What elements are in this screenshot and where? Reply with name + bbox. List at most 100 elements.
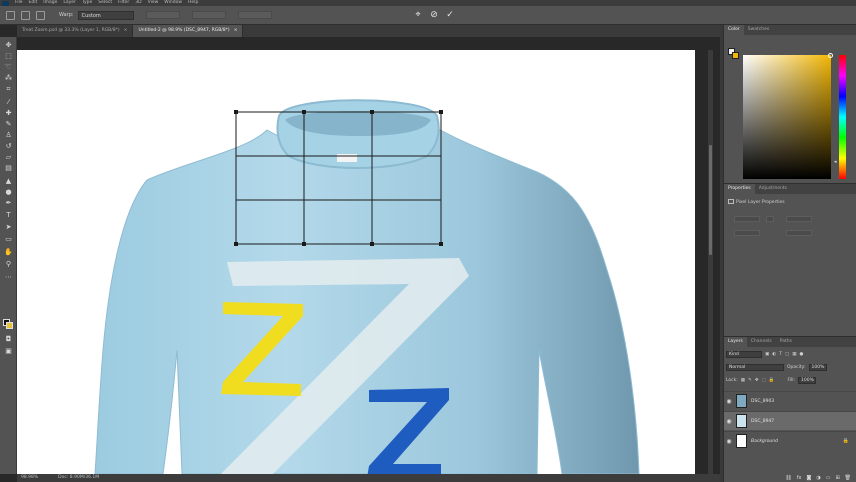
- fill-field[interactable]: 100%: [798, 376, 817, 384]
- lock-label: Lock:: [726, 377, 738, 383]
- tab-paths[interactable]: Paths: [776, 337, 796, 347]
- visibility-eye-icon[interactable]: ◉: [724, 438, 734, 445]
- reference-point-icon[interactable]: [36, 10, 45, 20]
- crop-tool-icon[interactable]: ⌗: [4, 85, 13, 93]
- hue-slider-marker-icon[interactable]: ◂: [834, 159, 837, 165]
- x-field[interactable]: [734, 230, 760, 236]
- canvas-area: [17, 37, 720, 474]
- zoom-tool-icon[interactable]: ⚲: [4, 260, 13, 268]
- photoshop-logo-icon[interactable]: [2, 0, 9, 6]
- fill-label: Fill:: [787, 377, 796, 383]
- visibility-eye-icon[interactable]: ◉: [724, 418, 734, 425]
- filter-smart-icon[interactable]: ▦: [792, 352, 796, 357]
- color-picker-field[interactable]: [743, 55, 831, 179]
- tool-preset-icon[interactable]: [21, 10, 30, 20]
- v-distortion-field[interactable]: [237, 11, 272, 19]
- height-field[interactable]: [786, 216, 812, 222]
- zoom-readout[interactable]: 98.98%: [21, 474, 38, 482]
- lock-transparency-icon[interactable]: ▦: [741, 378, 745, 383]
- brush-tool-icon[interactable]: ✎: [4, 120, 13, 128]
- warp-dropdown[interactable]: Custom: [77, 10, 134, 20]
- clone-stamp-tool-icon[interactable]: ♙: [4, 131, 13, 139]
- background-color-swatch[interactable]: [6, 322, 13, 329]
- gradient-tool-icon[interactable]: ▤: [4, 164, 13, 172]
- quick-mask-icon[interactable]: ◘: [4, 335, 13, 343]
- layer-row[interactable]: ◉ DSC_8947: [724, 411, 856, 430]
- filter-adjust-icon[interactable]: ◐: [772, 352, 776, 357]
- eraser-tool-icon[interactable]: ▱: [4, 153, 13, 161]
- close-icon[interactable]: ×: [234, 28, 238, 33]
- lock-icon[interactable]: 🔒: [843, 438, 849, 444]
- delete-layer-icon[interactable]: 🗑: [845, 473, 851, 482]
- tab-properties[interactable]: Properties: [724, 184, 755, 194]
- tab-swatches[interactable]: Swatches: [744, 25, 774, 35]
- lock-artboard-icon[interactable]: ⬚: [762, 378, 766, 383]
- blend-mode-dropdown[interactable]: Normal: [726, 363, 784, 371]
- link-dimensions-icon[interactable]: [766, 216, 774, 222]
- lock-all-icon[interactable]: 🔒: [769, 378, 775, 383]
- filter-type-icon[interactable]: T: [779, 352, 782, 357]
- tab-channels[interactable]: Channels: [747, 337, 776, 347]
- add-mask-icon[interactable]: ◙: [806, 473, 811, 482]
- new-layer-icon[interactable]: ⊞: [835, 473, 839, 482]
- filter-shape-icon[interactable]: ▢: [785, 352, 789, 357]
- cancel-transform-icon[interactable]: ⊘: [429, 10, 439, 20]
- new-group-icon[interactable]: ▭: [826, 473, 831, 482]
- layer-row[interactable]: ◉ DSC_8903: [724, 391, 856, 410]
- tab-untitled-2[interactable]: Untitled-2 @ 98.9% (DSC_8947, RGB/8*) ×: [133, 25, 244, 37]
- tab-color[interactable]: Color: [724, 25, 744, 35]
- adjustment-layer-icon[interactable]: ◑: [816, 473, 820, 482]
- tab-layers[interactable]: Layers: [724, 337, 747, 347]
- screen-mode-icon[interactable]: ▣: [4, 347, 13, 355]
- link-layers-icon[interactable]: ⛓: [785, 473, 791, 482]
- properties-panel: Properties Adjustments Pixel Layer Prope…: [724, 183, 856, 336]
- toggle-warp-mode-icon[interactable]: ⌖: [413, 10, 423, 20]
- blur-tool-icon[interactable]: ▲: [4, 177, 13, 185]
- lock-pixels-icon[interactable]: ✎: [748, 378, 752, 383]
- fx-icon[interactable]: fx: [797, 473, 802, 482]
- eyedropper-tool-icon[interactable]: ⁄: [4, 98, 13, 106]
- marquee-tool-icon[interactable]: ⬚: [4, 52, 13, 60]
- path-selection-tool-icon[interactable]: ➤: [4, 223, 13, 231]
- lock-position-icon[interactable]: ✥: [755, 378, 759, 383]
- panel-background-swatch[interactable]: [732, 52, 739, 59]
- filter-pixel-icon[interactable]: ▣: [765, 352, 769, 357]
- pen-tool-icon[interactable]: ✒: [4, 199, 13, 207]
- move-tool-icon[interactable]: ✥: [4, 41, 13, 49]
- home-icon[interactable]: [6, 10, 15, 20]
- bend-field[interactable]: [145, 11, 180, 19]
- shape-tool-icon[interactable]: ▭: [4, 235, 13, 243]
- layer-name: Background: [751, 438, 778, 444]
- layer-thumbnail: [736, 394, 747, 408]
- dodge-tool-icon[interactable]: ●: [4, 188, 13, 196]
- opacity-field[interactable]: 100%: [808, 363, 827, 371]
- properties-panel-tabs: Properties Adjustments: [724, 184, 856, 194]
- tab-adjustments[interactable]: Adjustments: [755, 184, 791, 194]
- width-field[interactable]: [734, 216, 760, 222]
- more-tools-icon[interactable]: ⋯: [4, 273, 13, 281]
- layer-row[interactable]: ◉ Background 🔒: [724, 431, 856, 450]
- h-distortion-field[interactable]: [191, 11, 226, 19]
- document-canvas[interactable]: [17, 50, 695, 474]
- kind-filter-dropdown[interactable]: Kind: [726, 350, 762, 358]
- right-panels: Color Swatches ◂ Properties Adjustments …: [723, 25, 856, 482]
- commit-icon[interactable]: ✓: [445, 10, 455, 20]
- document-tabs: Treat Zoom.psd @ 33.3% (Layer 1, RGB/8*)…: [17, 25, 720, 37]
- tab-treat-zoom[interactable]: Treat Zoom.psd @ 33.3% (Layer 1, RGB/8*)…: [17, 25, 134, 37]
- hue-slider[interactable]: [839, 55, 846, 179]
- color-picker-marker[interactable]: [828, 53, 833, 58]
- y-field[interactable]: [786, 230, 812, 236]
- filter-toggle-icon[interactable]: ●: [799, 352, 803, 357]
- close-icon[interactable]: ×: [124, 28, 128, 33]
- history-brush-tool-icon[interactable]: ↺: [4, 142, 13, 150]
- visibility-eye-icon[interactable]: ◉: [724, 398, 734, 405]
- magic-wand-tool-icon[interactable]: ⁂: [4, 74, 13, 82]
- type-tool-icon[interactable]: T: [4, 211, 13, 219]
- lasso-tool-icon[interactable]: ➰: [4, 63, 13, 71]
- vertical-scrollbar[interactable]: [708, 50, 713, 474]
- opacity-label: Opacity:: [787, 364, 806, 370]
- hand-tool-icon[interactable]: ✋: [4, 248, 13, 256]
- layer-name: DSC_8903: [751, 398, 775, 404]
- shirt-photo: [94, 99, 640, 474]
- healing-brush-tool-icon[interactable]: ✚: [4, 109, 13, 117]
